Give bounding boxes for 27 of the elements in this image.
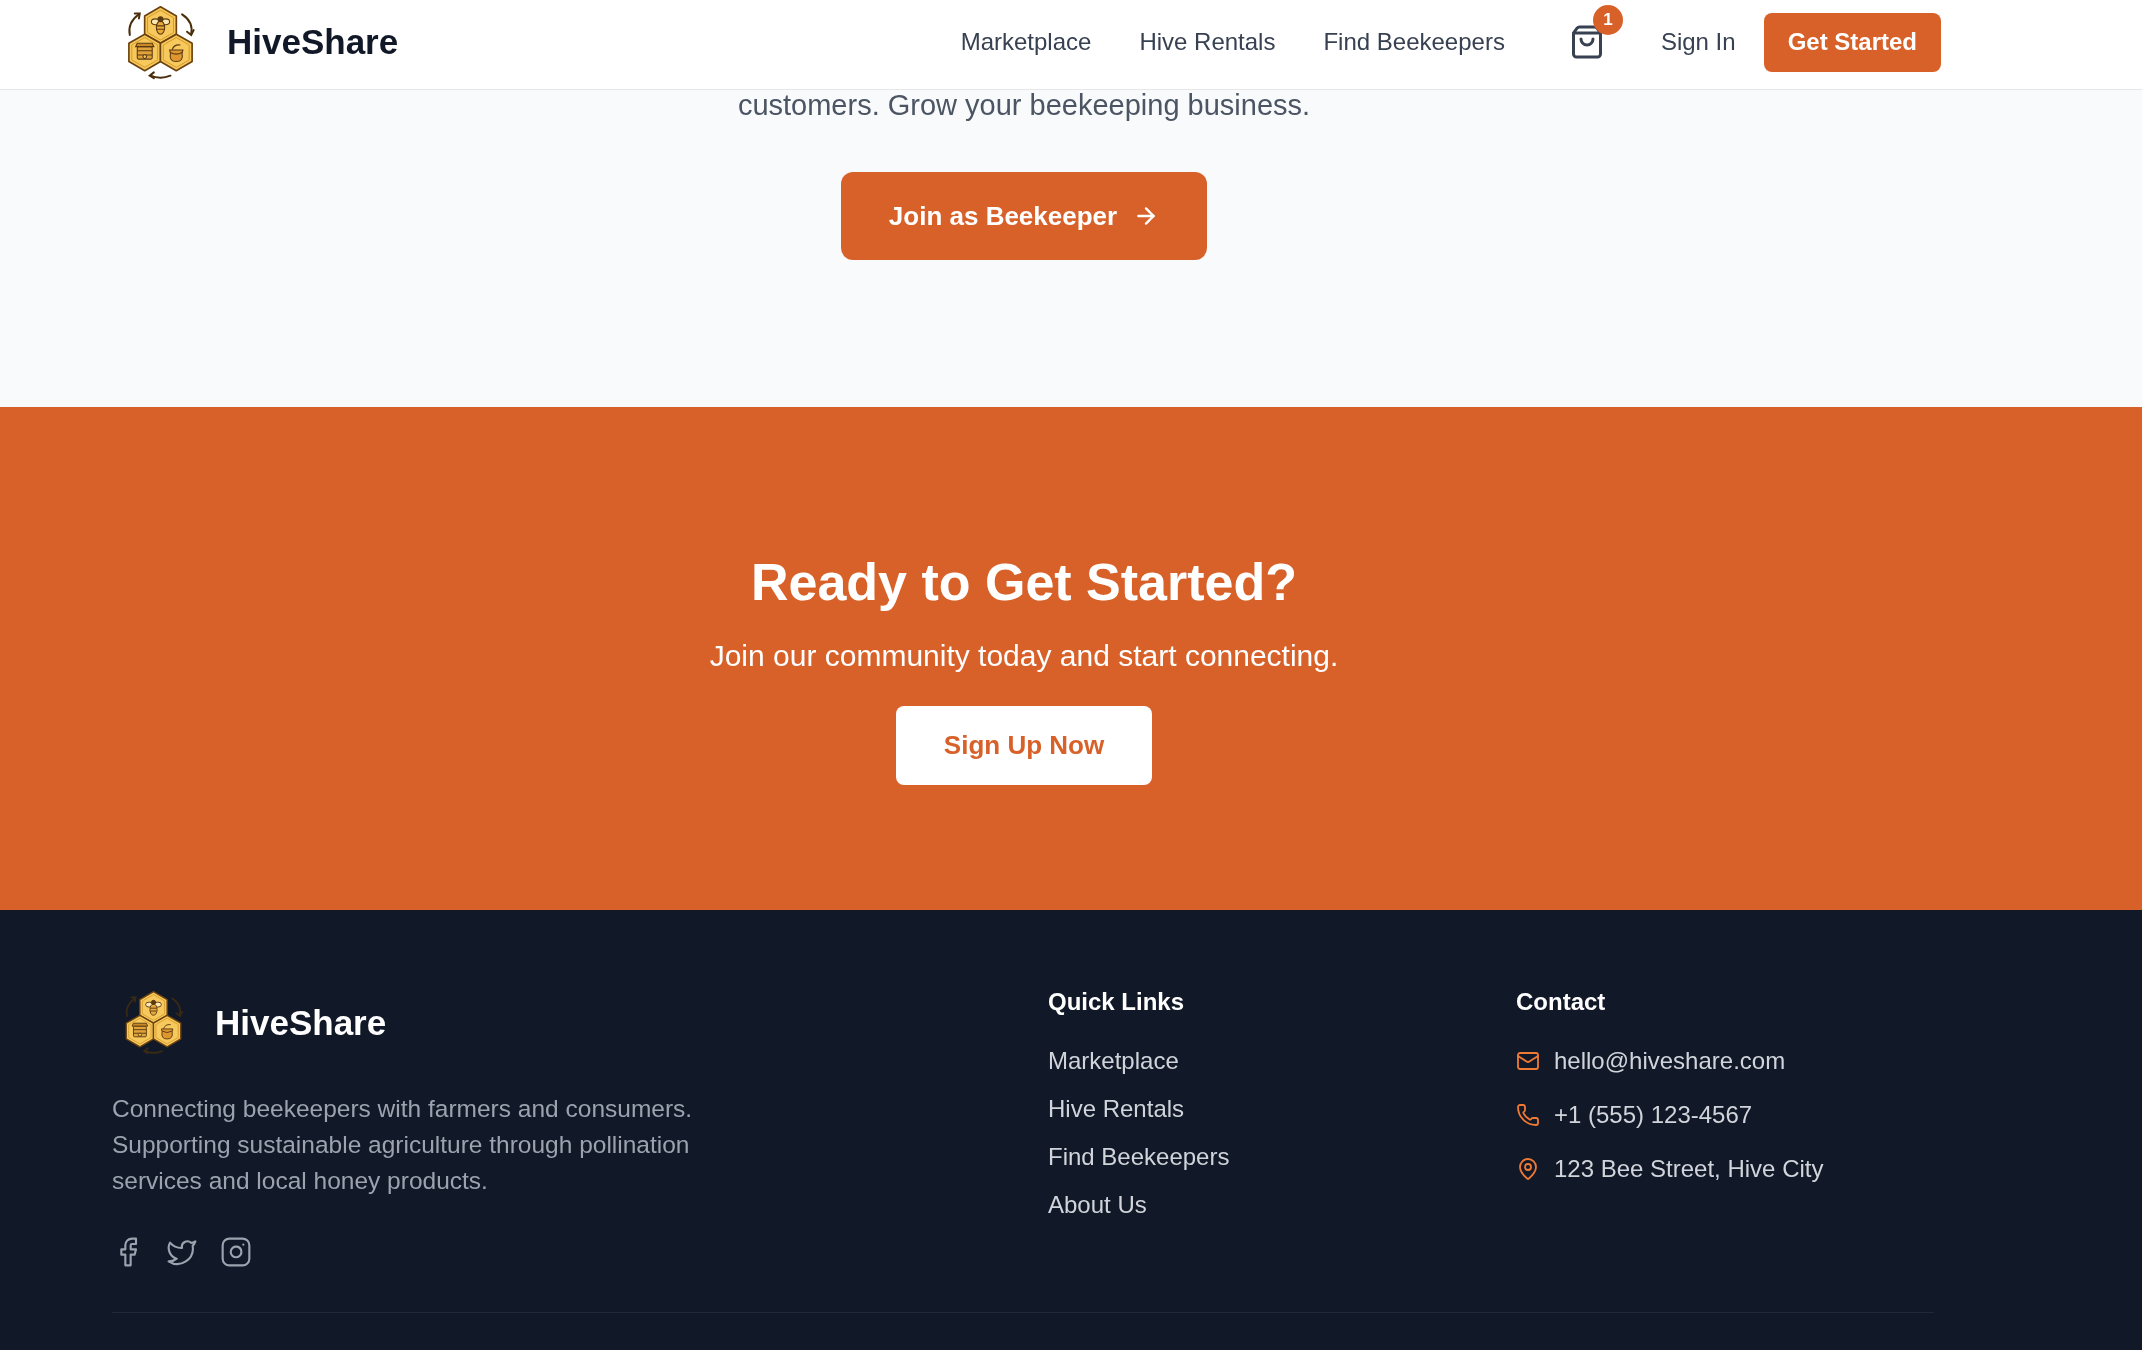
mail-icon [1516,1049,1540,1073]
cta-subtitle: Join our community today and start connecting. [709,638,1339,674]
footer-description: Connecting beekeepers with farmers and consumers. Supporting sustainable agriculture through pollination services and local honey products. [112,1094,694,1196]
contact-text: 123 Bee Street, Hive City [1554,1154,1824,1184]
phone-icon [1516,1103,1540,1127]
footer-heading: Quick Links [1048,990,1186,1014]
nav-link[interactable]: Find Beekeepers [1323,26,1505,58]
footer-link[interactable]: Find Beekeepers [1048,1141,1230,1173]
footer-heading: Contact [1516,990,1607,1014]
sign-up-button[interactable]: Sign Up Now [895,706,1153,785]
map-pin-icon [1516,1157,1540,1181]
instagram-icon[interactable] [220,1236,252,1268]
cta-title: Ready to Get Started? [750,552,1298,613]
get-started-button[interactable]: Get Started [1763,12,1941,72]
cart-count-badge: 1 [1592,5,1623,35]
footer-brand-name: HiveShare [215,1001,387,1044]
footer-link[interactable]: Marketplace [1048,1045,1179,1077]
footer-link[interactable]: About Us [1048,1189,1147,1221]
join-beekeeper-button[interactable]: Join as Beekeeper [840,172,1208,260]
sign-in-link[interactable]: Sign In [1660,26,1736,58]
intro-text: customers. Grow your beekeeping business. [737,90,1311,120]
brand-name[interactable]: HiveShare [227,21,399,63]
footer-link[interactable]: Hive Rentals [1048,1093,1185,1125]
contact-text: +1 (555) 123-4567 [1554,1100,1753,1130]
contact-text: hello@hiveshare.com [1554,1046,1786,1076]
nav-link[interactable]: Marketplace [960,26,1092,58]
nav-link[interactable]: Hive Rentals [1139,26,1276,58]
